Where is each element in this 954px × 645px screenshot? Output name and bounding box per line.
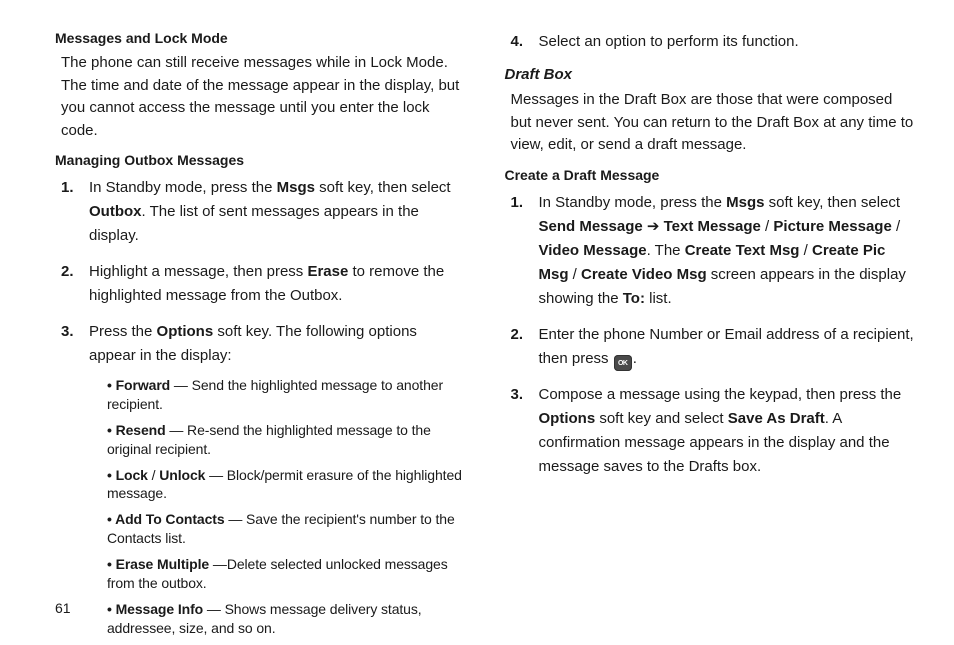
option-add-contacts: Add To Contacts — Save the recipient's n… <box>107 510 465 548</box>
heading-messages-lock-mode: Messages and Lock Mode <box>55 30 465 46</box>
step-body: Press the Options soft key. The followin… <box>89 320 465 645</box>
text: . <box>633 350 637 367</box>
step-body: Select an option to perform its function… <box>539 30 915 54</box>
step-body: Enter the phone Number or Email address … <box>539 323 915 372</box>
option-lock-unlock: Lock / Unlock — Block/permit erasure of … <box>107 466 465 504</box>
left-column: Messages and Lock Mode The phone can sti… <box>55 30 465 616</box>
step-body: Compose a message using the keypad, then… <box>539 383 915 479</box>
step-2: 2. Enter the phone Number or Email addre… <box>511 323 915 372</box>
text: In Standby mode, press the <box>539 194 727 211</box>
paragraph-lock-mode: The phone can still receive messages whi… <box>61 52 465 142</box>
step-number: 2. <box>61 260 89 284</box>
heading-draft-box: Draft Box <box>505 66 915 83</box>
text: / <box>761 218 774 235</box>
bold-forward: Forward <box>116 377 171 393</box>
draft-steps: 1. In Standby mode, press the Msgs soft … <box>511 191 915 480</box>
text: / <box>148 467 159 483</box>
bold-to: To: <box>623 290 645 307</box>
bold-options: Options <box>157 323 214 340</box>
step-4: 4. Select an option to perform its funct… <box>511 30 915 54</box>
text: / <box>892 218 900 235</box>
bold-msgs: Msgs <box>277 179 315 196</box>
step-number: 2. <box>511 323 539 347</box>
bold-send-message: Send Message <box>539 218 643 235</box>
text: / <box>569 266 582 283</box>
text: soft key, then select <box>315 179 451 196</box>
bold-picture-message: Picture Message <box>773 218 891 235</box>
step-number: 3. <box>61 320 89 344</box>
outbox-steps: 1. In Standby mode, press the Msgs soft … <box>61 176 465 645</box>
bold-save-as-draft: Save As Draft <box>728 410 825 427</box>
heading-create-draft: Create a Draft Message <box>505 167 915 183</box>
text: / <box>799 242 812 259</box>
option-erase-multiple: Erase Multiple —Delete selected unlocked… <box>107 555 465 593</box>
bold-outbox: Outbox <box>89 203 142 220</box>
step-number: 1. <box>61 176 89 200</box>
bold-create-text-msg: Create Text Msg <box>685 242 800 259</box>
option-resend: Resend — Re-send the highlighted message… <box>107 421 465 459</box>
manual-page: Messages and Lock Mode The phone can sti… <box>0 0 954 636</box>
bold-video-message: Video Message <box>539 242 647 259</box>
bold-lock: Lock <box>116 467 148 483</box>
step-body: In Standby mode, press the Msgs soft key… <box>89 176 465 248</box>
right-column: 4. Select an option to perform its funct… <box>505 30 915 616</box>
text: Enter the phone Number or Email address … <box>539 326 914 367</box>
text: Press the <box>89 323 157 340</box>
bold-create-video-msg: Create Video Msg <box>581 266 707 283</box>
options-list: Forward — Send the highlighted message t… <box>89 376 465 638</box>
step-1: 1. In Standby mode, press the Msgs soft … <box>61 176 465 248</box>
text: list. <box>645 290 672 307</box>
step-number: 3. <box>511 383 539 407</box>
text: soft key, then select <box>764 194 900 211</box>
step-body: Highlight a message, then press Erase to… <box>89 260 465 308</box>
step-3: 3. Press the Options soft key. The follo… <box>61 320 465 645</box>
step-2: 2. Highlight a message, then press Erase… <box>61 260 465 308</box>
step-number: 4. <box>511 30 539 54</box>
text: . The <box>647 242 685 259</box>
step-3: 3. Compose a message using the keypad, t… <box>511 383 915 479</box>
text: ➔ <box>643 218 664 235</box>
ok-button-icon: OK <box>614 355 632 371</box>
bold-text-message: Text Message <box>664 218 761 235</box>
text: soft key and select <box>595 410 728 427</box>
text: Highlight a message, then press <box>89 263 307 280</box>
bold-message-info: Message Info <box>116 601 204 617</box>
option-forward: Forward — Send the highlighted message t… <box>107 376 465 414</box>
option-message-info: Message Info — Shows message delivery st… <box>107 600 465 638</box>
bold-add-contacts: Add To Contacts <box>115 511 224 527</box>
step-body: In Standby mode, press the Msgs soft key… <box>539 191 915 311</box>
bold-msgs: Msgs <box>726 194 764 211</box>
paragraph-draft-box: Messages in the Draft Box are those that… <box>511 89 915 157</box>
text: Compose a message using the keypad, then… <box>539 386 902 403</box>
bold-options: Options <box>539 410 596 427</box>
text: In Standby mode, press the <box>89 179 277 196</box>
outbox-steps-cont: 4. Select an option to perform its funct… <box>511 30 915 54</box>
heading-managing-outbox: Managing Outbox Messages <box>55 152 465 168</box>
step-number: 1. <box>511 191 539 215</box>
bold-unlock: Unlock <box>159 467 205 483</box>
bold-erase: Erase <box>307 263 348 280</box>
bold-resend: Resend <box>116 422 166 438</box>
step-1: 1. In Standby mode, press the Msgs soft … <box>511 191 915 311</box>
bold-erase-multiple: Erase Multiple <box>116 556 210 572</box>
page-number: 61 <box>55 600 71 616</box>
